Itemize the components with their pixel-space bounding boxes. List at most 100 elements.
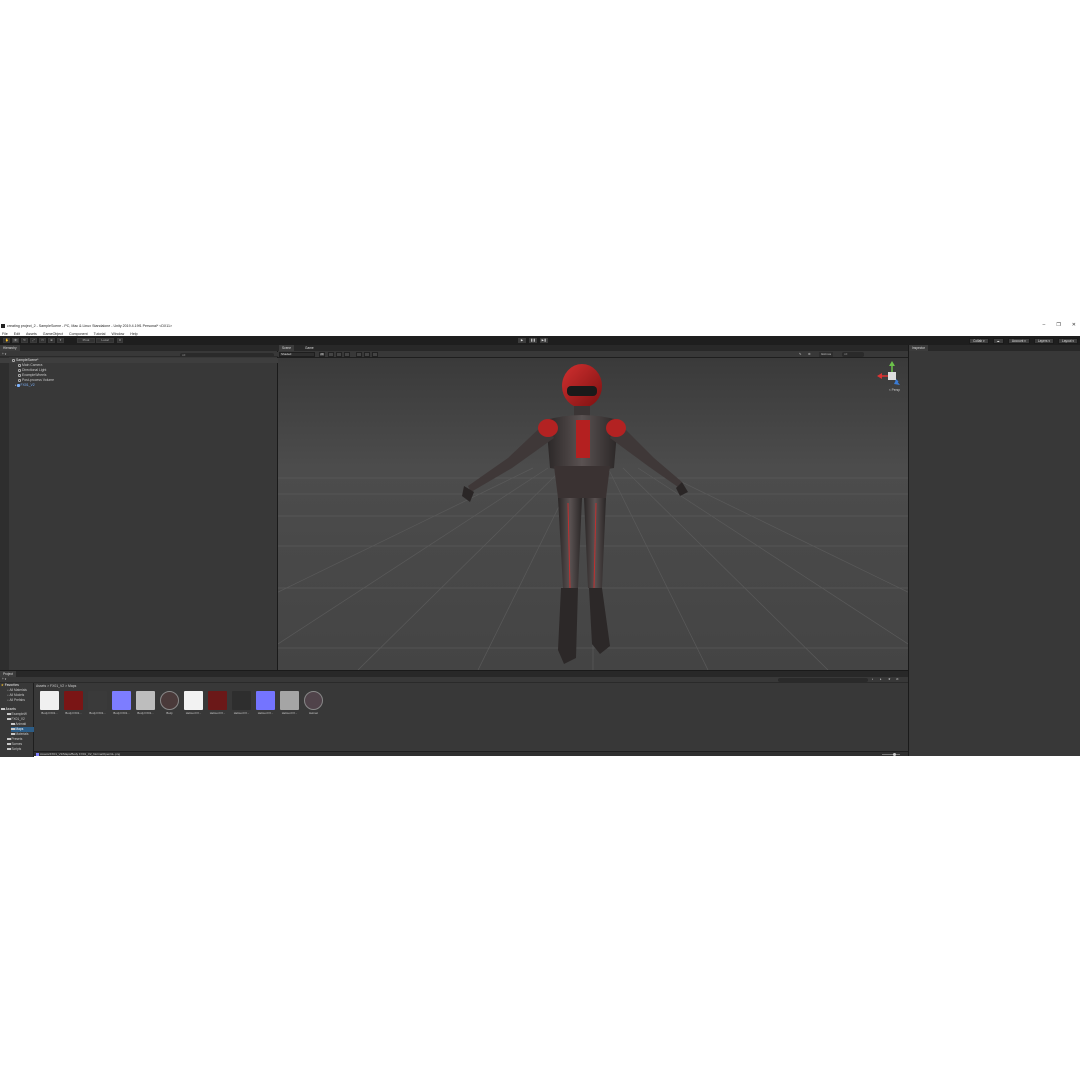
search-icon: ⌕	[7, 698, 9, 702]
filter-by-label-icon[interactable]: ⬧	[880, 677, 881, 681]
cloud-icon[interactable]: ☁	[992, 337, 1004, 344]
transform-tool-icon[interactable]: ⊕	[48, 338, 55, 343]
scene-search-input[interactable]: All	[842, 352, 864, 357]
folder-icon	[7, 737, 11, 741]
asset-item[interactable]: Body FX01...	[88, 691, 107, 715]
rotate-tool-icon[interactable]: ↻	[21, 338, 28, 343]
menu-gameobject[interactable]: GameObject	[43, 332, 63, 336]
project-breadcrumb[interactable]: Assets > FX01_V2 > Maps	[36, 684, 76, 688]
account-dropdown[interactable]: Account ▾	[1007, 337, 1030, 344]
asset-thumbnail	[280, 691, 299, 710]
tab-inspector[interactable]: Inspector	[909, 345, 929, 351]
menu-assets[interactable]: Assets	[26, 332, 37, 336]
folder-icon	[7, 742, 11, 746]
project-panel: Project + ▾ ◐ ⬧ ★ ⊘ ★ Favorites ⌕ All Ma…	[0, 670, 908, 757]
rect-tool-icon[interactable]: ▭	[39, 338, 46, 343]
asset-label: Helmet FX...	[257, 711, 274, 715]
asset-item[interactable]: Helmet	[304, 691, 323, 715]
title-bar: creating project_2 - SampleScene - PC, M…	[0, 321, 1080, 331]
window-controls: – ❐ ✕	[1043, 322, 1076, 328]
asset-label: Helmet FX...	[185, 711, 202, 715]
play-controls: ▶ ❚❚ ▶❚	[518, 338, 548, 343]
folder-label: Scripts	[11, 747, 22, 751]
hierarchy-header: Hierarchy	[0, 345, 278, 351]
asset-item[interactable]: Helmet FX...	[184, 691, 203, 715]
camera-settings-icon[interactable]: ✎	[799, 352, 802, 356]
scene-name: SampleScene*	[16, 358, 39, 362]
asset-label: Helmet FX...	[209, 711, 226, 715]
asset-item[interactable]: Helmet FX...	[208, 691, 227, 715]
menu-tutorial[interactable]: Tutorial	[94, 332, 106, 336]
favorite-icon[interactable]: ★	[888, 677, 891, 681]
menu-edit[interactable]: Edit	[14, 332, 20, 336]
asset-item[interactable]: Body FX01...	[112, 691, 131, 715]
local-toggle[interactable]: Local	[96, 338, 114, 343]
move-tool-icon[interactable]: ✥	[12, 338, 19, 343]
scene-viewport[interactable]: < Persp	[278, 358, 908, 670]
menu-help[interactable]: Help	[130, 332, 137, 336]
folder-label: Maps	[15, 727, 24, 731]
hierarchy-item-label: Main Camera	[22, 363, 43, 367]
step-button[interactable]: ▶❚	[540, 338, 548, 343]
menu-component[interactable]: Component	[69, 332, 88, 336]
favorite-all-prefabs[interactable]: ⌕ All Prefabs	[7, 698, 25, 703]
effects-toggle-icon[interactable]	[344, 352, 350, 357]
thumbnail-size-slider[interactable]	[882, 752, 900, 756]
lighting-toggle-icon[interactable]	[328, 352, 334, 357]
hierarchy-item-label: ExampleWheels	[22, 373, 47, 377]
folder-scripts[interactable]: Scripts	[7, 747, 21, 752]
hand-tool-icon[interactable]: ✋	[3, 338, 10, 343]
2d-toggle[interactable]: 2D	[319, 352, 325, 357]
hierarchy-search-input[interactable]: All	[180, 352, 274, 357]
audio-toggle-icon[interactable]	[336, 352, 342, 357]
hidden-objects-icon[interactable]	[356, 352, 362, 357]
view-options-icon[interactable]: ⚙	[808, 352, 811, 356]
maximize-icon[interactable]: ❐	[1056, 322, 1060, 328]
pause-button[interactable]: ❚❚	[529, 338, 537, 343]
asset-status-bar: Assets/FX01_V2/Maps/Body FX01_V2_NormalO…	[34, 751, 908, 756]
asset-item[interactable]: Helmet FX...	[280, 691, 299, 715]
custom-tool-icon[interactable]: ✦	[57, 338, 64, 343]
layers-dropdown[interactable]: Layers ▾	[1033, 337, 1054, 344]
hierarchy-item-label: Directional Light	[22, 368, 47, 372]
pivot-toggle[interactable]: Pivot	[77, 338, 95, 343]
scene-toolbar: Shaded 2D ✎ ⚙ Gizmos All	[278, 351, 908, 358]
favorite-label: All Prefabs	[9, 698, 25, 702]
hidden-packages-icon[interactable]: ⊘	[896, 677, 899, 681]
create-button[interactable]: + ▾	[2, 352, 6, 356]
tab-hierarchy[interactable]: Hierarchy	[0, 345, 20, 351]
shading-mode-dropdown[interactable]: Shaded	[279, 352, 315, 357]
perspective-label[interactable]: < Persp	[889, 388, 900, 392]
folder-icon	[11, 722, 15, 726]
project-search-input[interactable]	[778, 677, 868, 682]
play-button[interactable]: ▶	[518, 338, 526, 343]
collab-button[interactable]: Collab ▾	[969, 337, 989, 344]
gizmo-tools-icon[interactable]	[372, 352, 378, 357]
asset-item[interactable]: Helmet FX...	[256, 691, 275, 715]
project-folder-tree: ★ Favorites ⌕ All Materials ⌕ All Models…	[0, 683, 34, 757]
asset-item[interactable]: Body FX01...	[40, 691, 59, 715]
asset-item[interactable]: Helmet FX...	[232, 691, 251, 715]
scale-tool-icon[interactable]: ⤢	[30, 338, 37, 343]
asset-item[interactable]: Body	[160, 691, 179, 715]
close-icon[interactable]: ✕	[1072, 322, 1076, 328]
menu-window[interactable]: Window	[111, 332, 124, 336]
minimize-icon[interactable]: –	[1043, 322, 1046, 328]
folder-icon	[7, 747, 11, 751]
gizmos-dropdown[interactable]: Gizmos	[819, 352, 834, 357]
create-asset-button[interactable]: + ▾	[2, 677, 6, 681]
filter-by-type-icon[interactable]: ◐	[872, 677, 874, 681]
hierarchy-item-fx01-v2[interactable]: ▸ FX01_V2	[0, 383, 278, 388]
menu-file[interactable]: File	[2, 332, 8, 336]
grid-snap-icon[interactable]: #	[117, 338, 123, 343]
slider-knob[interactable]	[893, 752, 896, 756]
layout-dropdown[interactable]: Layout ▾	[1057, 337, 1078, 344]
star-icon: ★	[1, 683, 4, 687]
grid-toggle-icon[interactable]	[364, 352, 370, 357]
asset-label: Body FX01...	[89, 711, 106, 715]
asset-thumbnail	[64, 691, 83, 710]
asset-thumbnail	[136, 691, 155, 710]
asset-item[interactable]: Body FX01...	[136, 691, 155, 715]
hierarchy-item-label: FX01_V2	[20, 383, 35, 387]
asset-item[interactable]: Body FX01...	[64, 691, 83, 715]
